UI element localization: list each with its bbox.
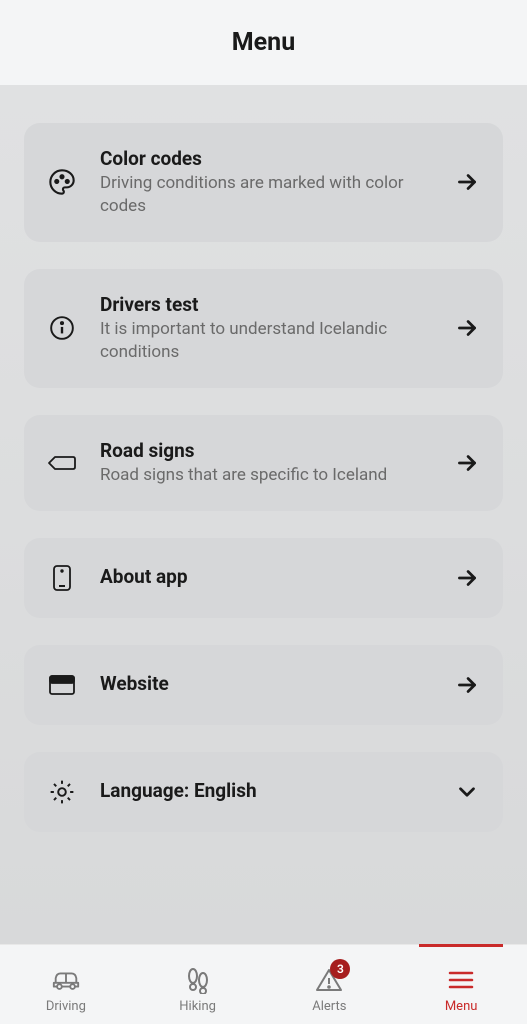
- nav-label: Driving: [46, 999, 86, 1014]
- menu-item-subtitle: Road signs that are specific to Iceland: [100, 464, 431, 487]
- bottom-nav: Driving Hiking 3 Alerts: [0, 944, 527, 1024]
- menu-text: Drivers test It is important to understa…: [100, 293, 431, 364]
- menu-item-title: Language: English: [100, 779, 431, 802]
- nav-item-hiking[interactable]: Hiking: [132, 945, 264, 1024]
- menu-text: Road signs Road signs that are specific …: [100, 439, 431, 487]
- menu-text: Website: [100, 672, 431, 697]
- menu-item-title: Website: [100, 672, 431, 695]
- sign-icon: [46, 447, 78, 479]
- menu-item-about-app[interactable]: About app: [24, 538, 503, 618]
- menu-item-website[interactable]: Website: [24, 645, 503, 725]
- menu-item-subtitle: It is important to understand Icelandic …: [100, 318, 431, 364]
- menu-item-drivers-test[interactable]: Drivers test It is important to understa…: [24, 269, 503, 388]
- header: Menu: [0, 0, 527, 85]
- menu-item-title: Drivers test: [100, 293, 431, 316]
- warning-icon: 3: [314, 965, 344, 995]
- menu-text: Color codes Driving conditions are marke…: [100, 147, 431, 218]
- menu-text: About app: [100, 565, 431, 590]
- browser-icon: [46, 669, 78, 701]
- menu-item-road-signs[interactable]: Road signs Road signs that are specific …: [24, 415, 503, 511]
- gear-icon: [46, 776, 78, 808]
- menu-item-color-codes[interactable]: Color codes Driving conditions are marke…: [24, 123, 503, 242]
- footsteps-icon: [183, 965, 213, 995]
- page-title: Menu: [0, 28, 527, 57]
- menu-text: Language: English: [100, 779, 431, 804]
- chevron-down-icon: [453, 778, 481, 806]
- nav-item-alerts[interactable]: 3 Alerts: [264, 945, 396, 1024]
- info-icon: [46, 312, 78, 344]
- arrow-right-icon: [453, 671, 481, 699]
- menu-item-title: Road signs: [100, 439, 431, 462]
- arrow-right-icon: [453, 168, 481, 196]
- phone-icon: [46, 562, 78, 594]
- palette-icon: [46, 166, 78, 198]
- nav-label: Menu: [445, 999, 478, 1014]
- nav-item-menu[interactable]: Menu: [395, 945, 527, 1024]
- arrow-right-icon: [453, 564, 481, 592]
- car-icon: [51, 965, 81, 995]
- arrow-right-icon: [453, 314, 481, 342]
- nav-label: Hiking: [179, 999, 216, 1014]
- menu-item-title: About app: [100, 565, 431, 588]
- nav-item-driving[interactable]: Driving: [0, 945, 132, 1024]
- nav-label: Alerts: [312, 999, 346, 1014]
- menu-content: Color codes Driving conditions are marke…: [0, 85, 527, 944]
- menu-icon: [446, 965, 476, 995]
- alerts-badge: 3: [330, 959, 350, 979]
- menu-item-language[interactable]: Language: English: [24, 752, 503, 832]
- menu-item-subtitle: Driving conditions are marked with color…: [100, 172, 431, 218]
- arrow-right-icon: [453, 449, 481, 477]
- menu-item-title: Color codes: [100, 147, 431, 170]
